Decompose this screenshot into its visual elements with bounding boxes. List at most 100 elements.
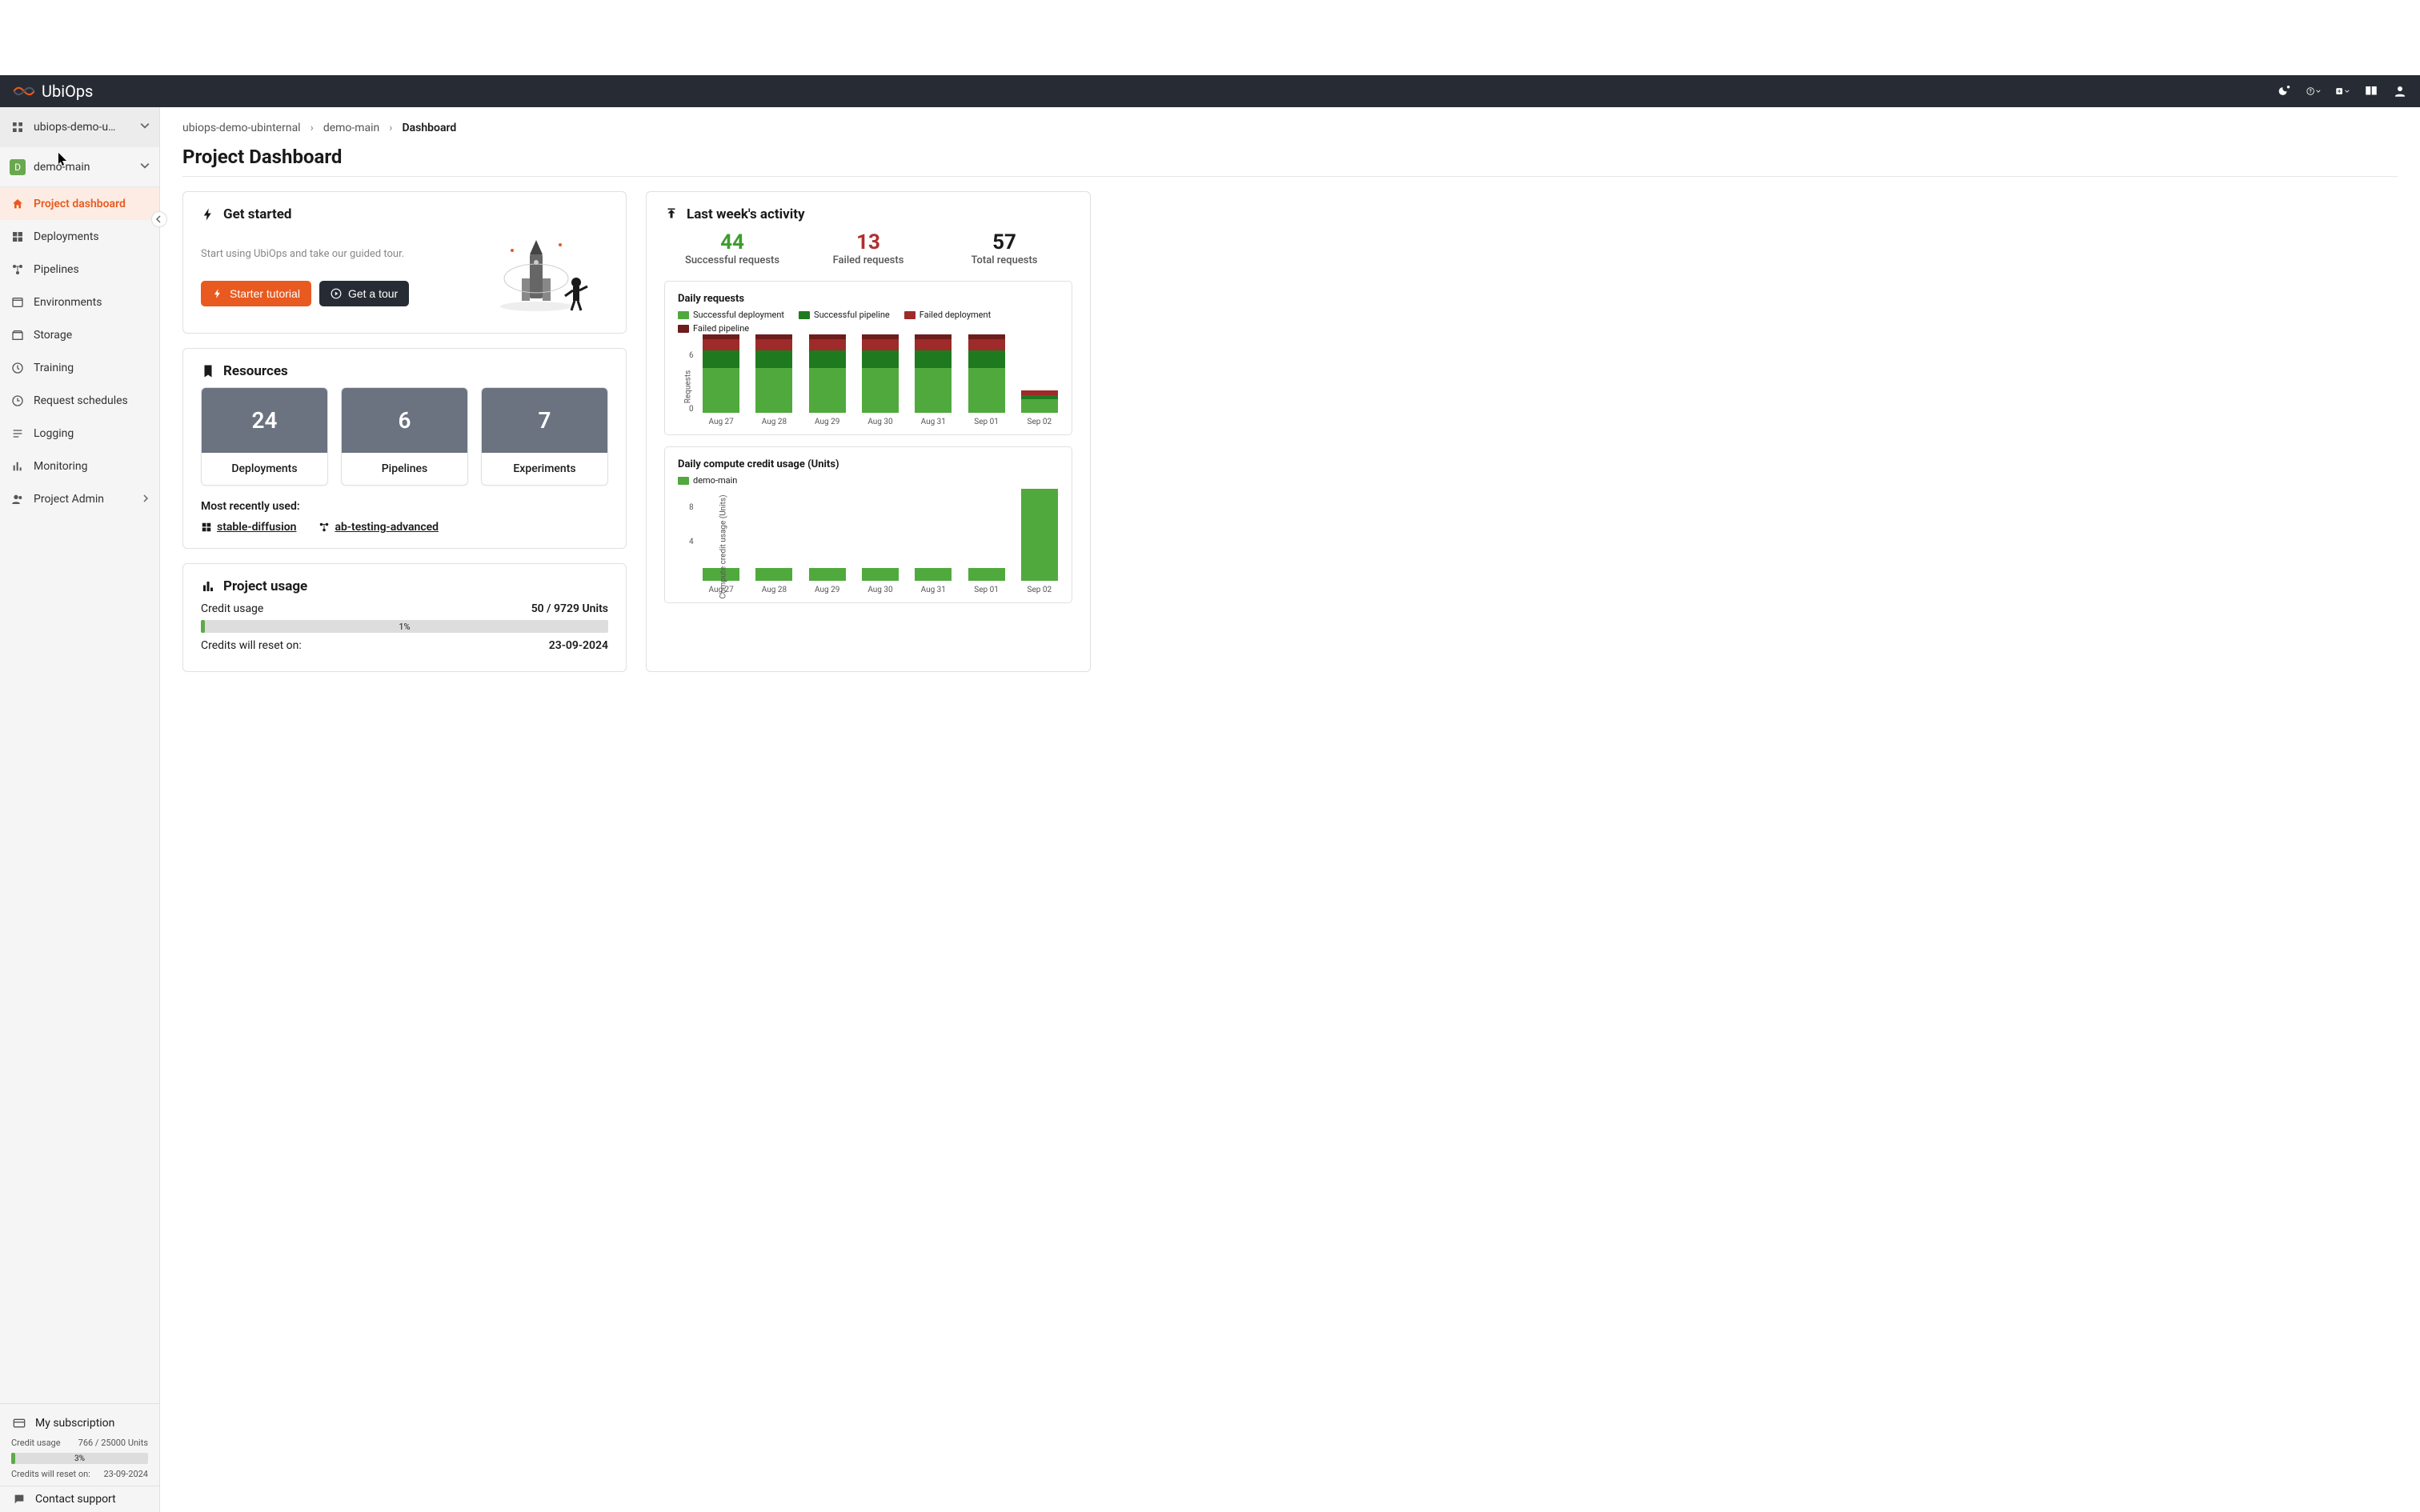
- subscription-button[interactable]: My subscription: [0, 1410, 159, 1436]
- training-icon: [10, 360, 26, 376]
- get-started-subtitle: Start using UbiOps and take our guided t…: [201, 248, 472, 260]
- resources-card: Resources 24 Deployments 6 Pipelines: [182, 348, 627, 549]
- x-tick: Aug 28: [762, 418, 787, 426]
- chat-icon: [11, 1491, 27, 1507]
- help-icon[interactable]: ?: [2306, 84, 2321, 98]
- nav-project-dashboard[interactable]: Project dashboard: [0, 187, 159, 220]
- nav-environments[interactable]: Environments: [0, 286, 159, 318]
- nav-training[interactable]: Training: [0, 351, 159, 384]
- nav-label: Storage: [34, 329, 72, 342]
- usage-credit-value: 50 / 9729 Units: [531, 602, 608, 615]
- docs-icon[interactable]: [2364, 84, 2378, 98]
- nav-logging[interactable]: Logging: [0, 417, 159, 450]
- nav-label: Request schedules: [34, 394, 128, 407]
- topbar: UbiOps ● ?: [0, 75, 2420, 107]
- y-axis-label: Compute credit usage (Units): [719, 494, 728, 598]
- stat-label: Successful requests: [664, 254, 800, 266]
- bookmark-icon: [201, 364, 215, 378]
- user-icon[interactable]: [2393, 84, 2407, 98]
- breadcrumb-project[interactable]: demo-main: [323, 122, 379, 134]
- nav-label: Project Admin: [34, 493, 104, 506]
- credit-usage-percent: 3%: [74, 1454, 85, 1463]
- add-icon[interactable]: [2335, 84, 2350, 98]
- credit-usage-bar: 3%: [11, 1453, 148, 1464]
- bar-segment: [755, 368, 792, 413]
- bar-column: Sep 02: [1020, 390, 1059, 426]
- theme-toggle-icon[interactable]: ●: [2278, 84, 2292, 98]
- org-icon: [10, 119, 26, 135]
- bar-segment: [968, 368, 1005, 413]
- stat-total: 57 Total requests: [936, 230, 1072, 266]
- usage-reset-date: 23-09-2024: [549, 639, 608, 652]
- chart-title: Daily compute credit usage (Units): [678, 458, 1059, 470]
- bar-column: Sep 02: [1020, 489, 1059, 594]
- nav-pipelines[interactable]: Pipelines: [0, 253, 159, 286]
- chevron-down-icon: [140, 121, 150, 134]
- chevron-right-icon: ›: [389, 122, 392, 134]
- org-selector[interactable]: ubiops-demo-u…: [0, 107, 159, 147]
- nav-request-schedules[interactable]: Request schedules: [0, 384, 159, 417]
- breadcrumb-org[interactable]: ubiops-demo-ubinternal: [182, 122, 301, 134]
- stat-successful: 44 Successful requests: [664, 230, 800, 266]
- nav-monitoring[interactable]: Monitoring: [0, 450, 159, 482]
- nav-label: Training: [34, 362, 74, 374]
- stat-label: Total requests: [936, 254, 1072, 266]
- sidebar: ubiops-demo-u… D demo-main Project dashb…: [0, 107, 160, 1512]
- content: ubiops-demo-ubinternal › demo-main › Das…: [160, 107, 2420, 1512]
- activity-card: Last week's activity 44 Successful reque…: [646, 191, 1091, 672]
- bar-segment: [915, 350, 952, 368]
- project-selector[interactable]: D demo-main: [0, 147, 159, 187]
- bar-segment: [968, 350, 1005, 368]
- daily-requests-chart: Daily requests Successful deploymentSucc…: [664, 281, 1072, 435]
- nav-project-admin[interactable]: Project Admin: [0, 482, 159, 515]
- get-started-card: Get started Start using UbiOps and take …: [182, 191, 627, 334]
- storage-icon: [10, 327, 26, 343]
- legend-item: demo-main: [678, 475, 737, 486]
- contact-support-button[interactable]: Contact support: [0, 1486, 159, 1512]
- bar-segment: [862, 568, 899, 581]
- bar-segment: [703, 339, 739, 350]
- nav-label: Project dashboard: [34, 198, 126, 210]
- y-tick: 8: [689, 503, 694, 512]
- deployments-icon: [201, 522, 212, 533]
- nav-label: Environments: [34, 296, 102, 309]
- credit-reset-label: Credits will reset on:: [11, 1469, 90, 1479]
- bar-segment: [755, 350, 792, 368]
- play-circle-icon: [331, 288, 342, 299]
- recent-link-pipeline[interactable]: ab-testing-advanced: [319, 521, 439, 534]
- subscription-title: My subscription: [35, 1417, 114, 1430]
- bar-column: Aug 29: [808, 334, 847, 426]
- brand-name: UbiOps: [42, 82, 93, 101]
- get-tour-button[interactable]: Get a tour: [319, 281, 409, 306]
- resource-tile-pipelines[interactable]: 6 Pipelines: [341, 387, 468, 486]
- org-label: ubiops-demo-u…: [34, 121, 140, 134]
- usage-title: Project usage: [223, 578, 307, 594]
- y-tick: 4: [689, 538, 694, 546]
- bar-column: Aug 30: [861, 334, 899, 426]
- x-tick: Aug 28: [762, 586, 787, 594]
- recent-link-deployment[interactable]: stable-diffusion: [201, 521, 296, 534]
- support-label: Contact support: [35, 1493, 116, 1506]
- bar-segment: [755, 339, 792, 350]
- nav-label: Logging: [34, 427, 74, 440]
- x-tick: Sep 02: [1028, 586, 1052, 594]
- starter-tutorial-button[interactable]: Starter tutorial: [201, 281, 311, 306]
- bar-segment: [809, 368, 846, 413]
- bar-column: Aug 30: [861, 568, 899, 594]
- resource-tile-deployments[interactable]: 24 Deployments: [201, 387, 328, 486]
- project-badge: D: [10, 159, 26, 175]
- usage-percent: 1%: [399, 622, 410, 632]
- brand[interactable]: UbiOps: [13, 82, 93, 101]
- nav-storage[interactable]: Storage: [0, 318, 159, 351]
- divider: [182, 176, 2398, 177]
- activity-title: Last week's activity: [687, 206, 805, 222]
- usage-credit-label: Credit usage: [201, 602, 263, 615]
- resource-tile-experiments[interactable]: 7 Experiments: [481, 387, 608, 486]
- sidebar-collapse-button[interactable]: [151, 211, 167, 227]
- environments-icon: [10, 294, 26, 310]
- rocket-illustration: [488, 230, 608, 318]
- bar-segment: [1021, 489, 1058, 581]
- resource-label: Deployments: [202, 453, 327, 485]
- nav-deployments[interactable]: Deployments: [0, 220, 159, 253]
- bar-segment: [862, 368, 899, 413]
